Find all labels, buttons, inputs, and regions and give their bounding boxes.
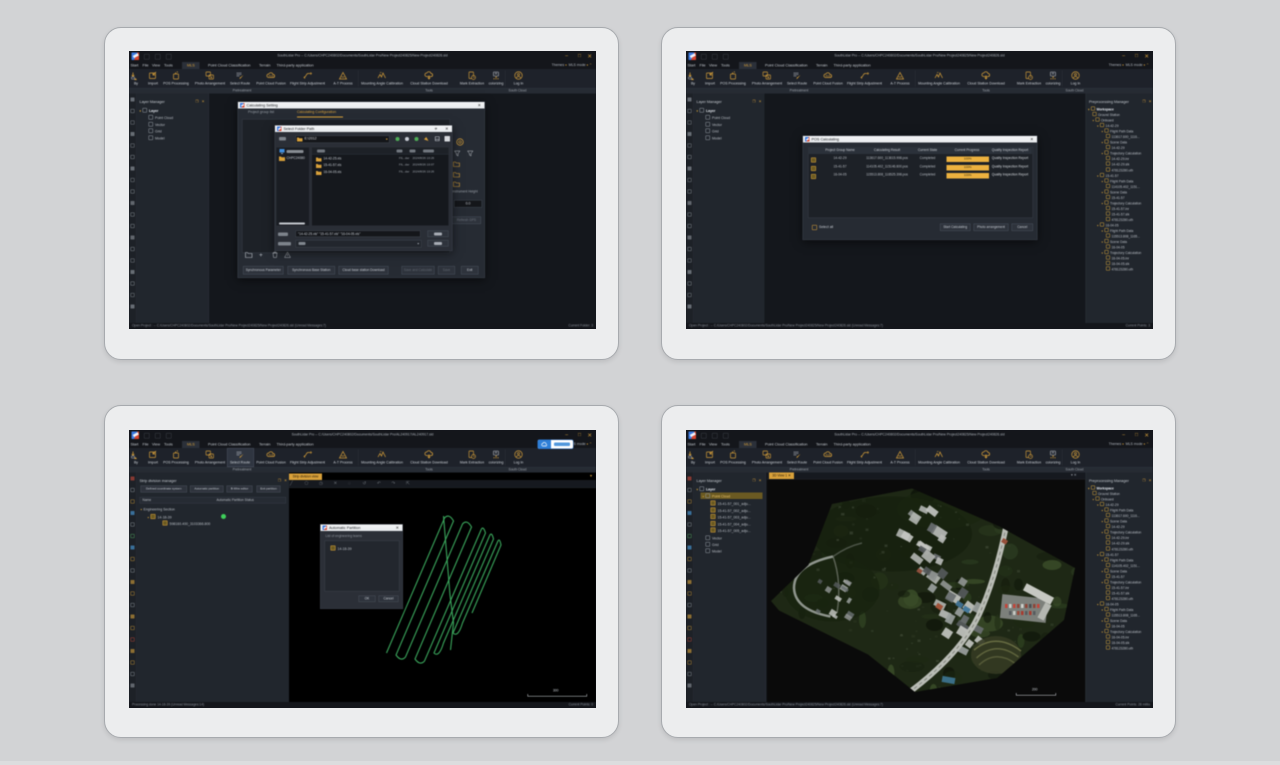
svg-text:POS: POS	[825, 76, 830, 78]
svg-text:POS: POS	[268, 76, 273, 78]
svg-text:POS: POS	[825, 455, 830, 457]
svg-text:POS: POS	[268, 455, 273, 457]
